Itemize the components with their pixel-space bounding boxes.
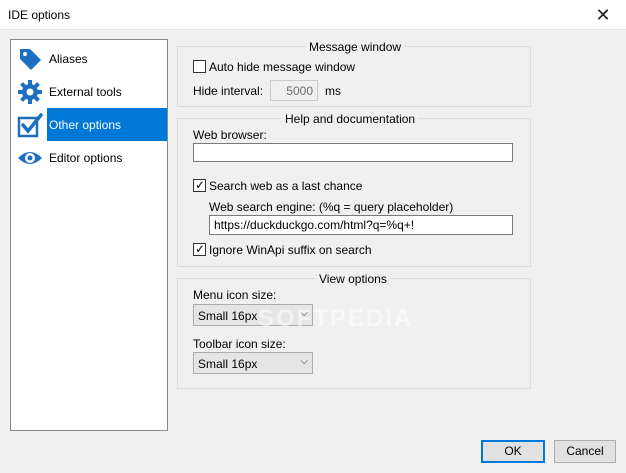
toolbar-icon-size-label: Toolbar icon size:	[193, 337, 286, 351]
help-documentation-title: Help and documentation	[282, 112, 419, 126]
search-engine-label: Web search engine: (%q = query placehold…	[209, 200, 454, 214]
sidebar-item-other-options[interactable]: Other options	[11, 108, 167, 141]
search-web-label: Search web as a last chance	[209, 179, 363, 193]
hide-interval-field[interactable]	[270, 80, 318, 101]
hide-interval-unit: ms	[325, 84, 341, 98]
web-browser-field[interactable]	[193, 143, 513, 162]
chevron-down-icon: ⌵	[300, 356, 308, 367]
checkbox-checkmark-icon: ✓	[195, 178, 206, 192]
hide-interval-label: Hide interval:	[193, 84, 264, 98]
close-icon[interactable]: ✕	[580, 0, 626, 30]
checkbox-checkmark-icon: ✓	[195, 242, 206, 256]
sidebar-item-aliases[interactable]: Aliases	[11, 42, 167, 75]
tag-icon	[17, 46, 43, 72]
menu-icon-size-label: Menu icon size:	[193, 288, 277, 302]
watermark: SOFTPEDIA	[258, 305, 414, 332]
cancel-button[interactable]: Cancel	[554, 440, 616, 463]
checkmark-icon	[17, 112, 43, 138]
auto-hide-label: Auto hide message window	[209, 60, 356, 74]
sidebar-item-label: Other options	[49, 118, 122, 132]
auto-hide-checkbox[interactable]	[193, 60, 206, 73]
toolbar-icon-size-value: Small 16px	[198, 357, 258, 371]
sidebar-item-label: Editor options	[49, 151, 123, 165]
web-browser-label: Web browser:	[193, 128, 267, 142]
search-web-checkbox[interactable]: ✓	[193, 178, 206, 192]
ignore-winapi-checkbox[interactable]: ✓	[193, 242, 206, 256]
sidebar-item-label: External tools	[49, 85, 122, 99]
title-bar: IDE options ✕	[0, 0, 626, 30]
toolbar-icon-size-select[interactable]: Small 16px ⌵	[193, 352, 313, 374]
search-engine-field[interactable]	[209, 215, 513, 235]
sidebar-item-external-tools[interactable]: External tools	[11, 75, 167, 108]
window-title: IDE options	[8, 8, 71, 22]
options-sidebar: Aliases External tools Other options Edi…	[10, 39, 168, 431]
message-window-title: Message window	[306, 40, 405, 54]
gear-icon	[17, 79, 43, 105]
sidebar-item-label: Aliases	[49, 52, 88, 66]
eye-icon	[17, 145, 43, 171]
ignore-winapi-label: Ignore WinApi suffix on search	[209, 243, 372, 257]
sidebar-item-editor-options[interactable]: Editor options	[11, 141, 167, 174]
menu-icon-size-value: Small 16px	[198, 309, 258, 323]
ok-button[interactable]: OK	[481, 440, 545, 463]
view-options-title: View options	[316, 272, 390, 286]
